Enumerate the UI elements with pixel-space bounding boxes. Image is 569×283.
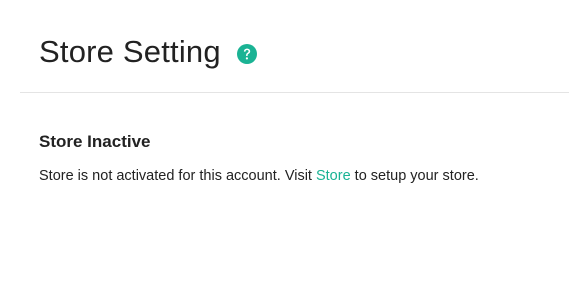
question-circle-icon[interactable] [236, 44, 257, 64]
header-divider [20, 92, 569, 93]
store-status-message: Store is not activated for this account.… [39, 166, 559, 186]
store-link[interactable]: Store [316, 168, 351, 184]
store-status-section: Store Inactive Store is not activated fo… [39, 131, 559, 186]
page-title: Store Setting [39, 34, 221, 69]
message-text-after: to setup your store. [350, 168, 479, 184]
title-row: Store Setting [39, 33, 257, 71]
message-text-before: Store is not activated for this account.… [39, 168, 316, 184]
store-status-title: Store Inactive [39, 132, 151, 151]
page-header: Store Setting [0, 0, 569, 92]
